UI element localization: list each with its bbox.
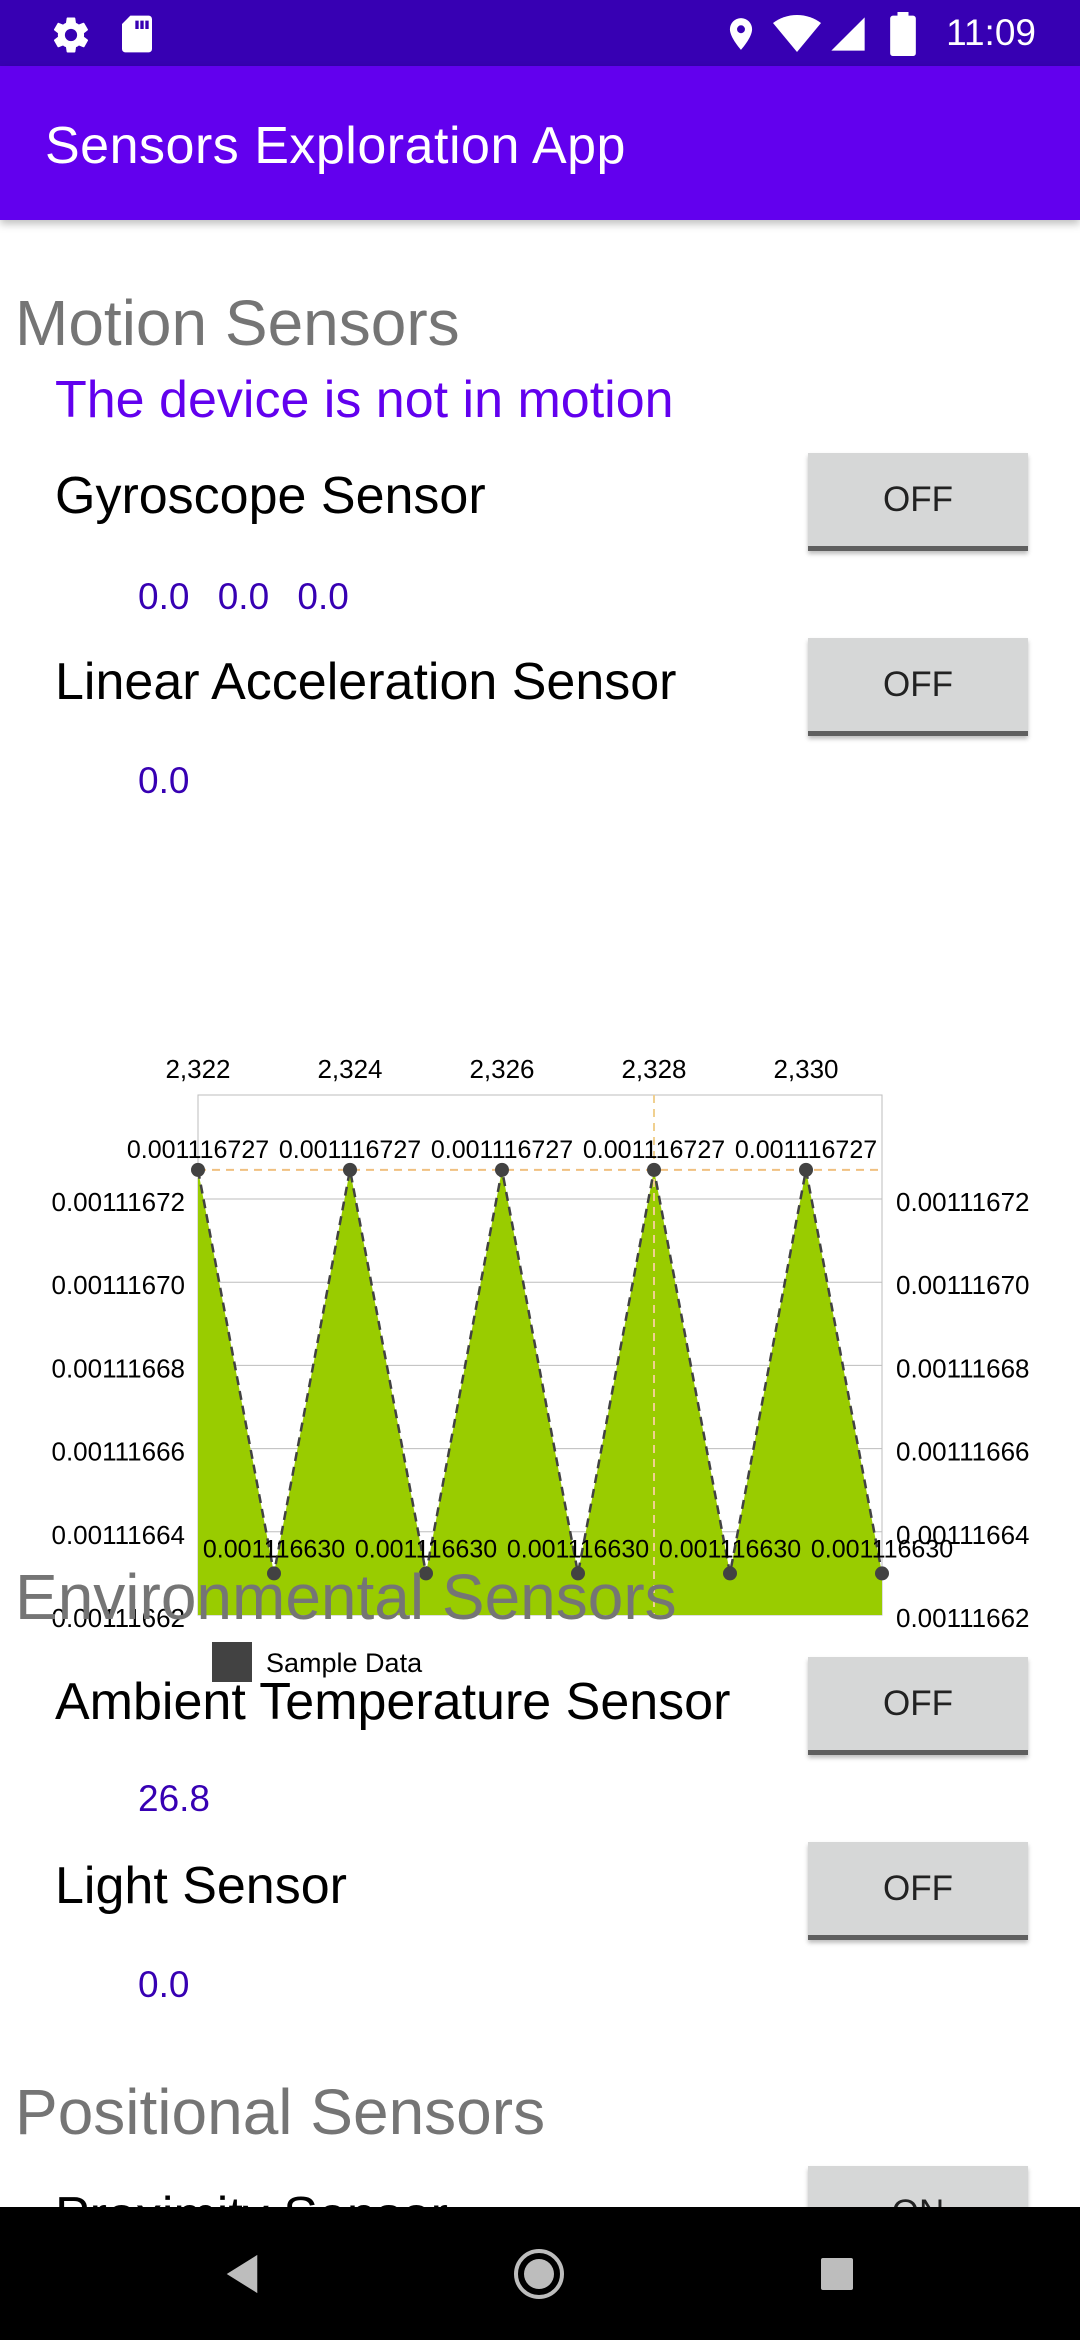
chart-data-label: 0.001116630 bbox=[811, 1535, 953, 1563]
gyroscope-toggle-button[interactable]: OFF bbox=[808, 453, 1028, 551]
chart-data-point[interactable] bbox=[647, 1162, 661, 1177]
chart-y-tick-left: 0.00111672 bbox=[51, 1187, 185, 1217]
chart-x-tick: 2,326 bbox=[469, 1054, 534, 1084]
chart-data-point[interactable] bbox=[343, 1162, 357, 1177]
chart-data-label: 0.001116727 bbox=[279, 1136, 421, 1164]
light-sensor-toggle-button[interactable]: OFF bbox=[808, 1842, 1028, 1940]
ambient-temperature-toggle-button[interactable]: OFF bbox=[808, 1657, 1028, 1755]
motion-section-title: Motion Sensors bbox=[15, 287, 460, 359]
chart-data-point[interactable] bbox=[495, 1162, 509, 1177]
motion-status-text: The device is not in motion bbox=[55, 371, 674, 429]
chart-y-tick-right: 0.00111672 bbox=[896, 1187, 1030, 1217]
content-scroll[interactable]: Motion Sensors The device is not in moti… bbox=[0, 220, 1080, 2207]
positional-section-title: Positional Sensors bbox=[15, 2076, 546, 2148]
chart-data-label: 0.001116630 bbox=[659, 1535, 801, 1563]
linear-acceleration-label: Linear Acceleration Sensor bbox=[55, 653, 677, 711]
status-time: 11:09 bbox=[946, 12, 1036, 53]
wifi-icon bbox=[773, 15, 821, 52]
chart-data-label: 0.001116727 bbox=[431, 1136, 573, 1164]
proximity-sensor-label: Proximity Sensor bbox=[55, 2186, 448, 2207]
chart-y-tick-right: 0.00111670 bbox=[896, 1270, 1030, 1300]
proximity-sensor-toggle-button[interactable]: ON bbox=[808, 2166, 1028, 2207]
chart-data-label: 0.001116727 bbox=[127, 1136, 269, 1164]
recents-icon[interactable] bbox=[820, 2257, 854, 2291]
chart-data-label: 0.001116727 bbox=[735, 1136, 877, 1164]
app-title: Sensors Exploration App bbox=[45, 117, 626, 175]
chart-x-tick: 2,330 bbox=[773, 1054, 838, 1084]
app-bar: Sensors Exploration App bbox=[0, 66, 1080, 220]
status-bar: 11:09 bbox=[0, 0, 1080, 66]
chart-y-tick-right: 0.00111668 bbox=[896, 1353, 1030, 1383]
gyroscope-reading: 0.0 0.0 0.0 bbox=[138, 576, 349, 617]
chart-y-tick-left: 0.00111668 bbox=[51, 1353, 185, 1383]
environmental-section-title: Environmental Sensors bbox=[15, 1561, 677, 1633]
light-sensor-reading: 0.0 bbox=[138, 1964, 190, 2005]
chart-y-tick-left: 0.00111666 bbox=[51, 1437, 185, 1467]
chart-y-tick-left: 0.00111670 bbox=[51, 1270, 185, 1300]
chart-data-point[interactable] bbox=[799, 1162, 813, 1177]
signal-icon bbox=[831, 17, 865, 51]
chart-x-tick: 2,324 bbox=[317, 1054, 382, 1084]
chart-data-label: 0.001116727 bbox=[583, 1136, 725, 1164]
settings-icon bbox=[53, 17, 89, 53]
chart-data-point[interactable] bbox=[191, 1162, 205, 1177]
chart-data-point[interactable] bbox=[723, 1566, 737, 1581]
chart-y-tick-right: 0.00111662 bbox=[896, 1603, 1030, 1633]
navigation-bar bbox=[0, 2207, 1080, 2340]
home-icon[interactable] bbox=[512, 2247, 566, 2301]
back-icon[interactable] bbox=[222, 2253, 262, 2295]
chart-x-tick: 2,328 bbox=[621, 1054, 686, 1084]
battery-icon bbox=[890, 12, 916, 56]
linear-acceleration-toggle-button[interactable]: OFF bbox=[808, 638, 1028, 736]
gyroscope-label: Gyroscope Sensor bbox=[55, 467, 486, 525]
chart-y-tick-right: 0.00111666 bbox=[896, 1437, 1030, 1467]
chart-x-tick: 2,322 bbox=[165, 1054, 230, 1084]
sd-card-icon bbox=[122, 15, 152, 53]
chart-y-tick-left: 0.00111664 bbox=[51, 1520, 185, 1550]
chart-data-point[interactable] bbox=[875, 1566, 889, 1581]
location-icon bbox=[729, 18, 753, 50]
ambient-temperature-reading: 26.8 bbox=[138, 1778, 211, 1819]
linear-acceleration-reading: 0.0 bbox=[138, 760, 190, 801]
ambient-temperature-label: Ambient Temperature Sensor bbox=[55, 1673, 731, 1731]
light-sensor-label: Light Sensor bbox=[55, 1857, 347, 1915]
